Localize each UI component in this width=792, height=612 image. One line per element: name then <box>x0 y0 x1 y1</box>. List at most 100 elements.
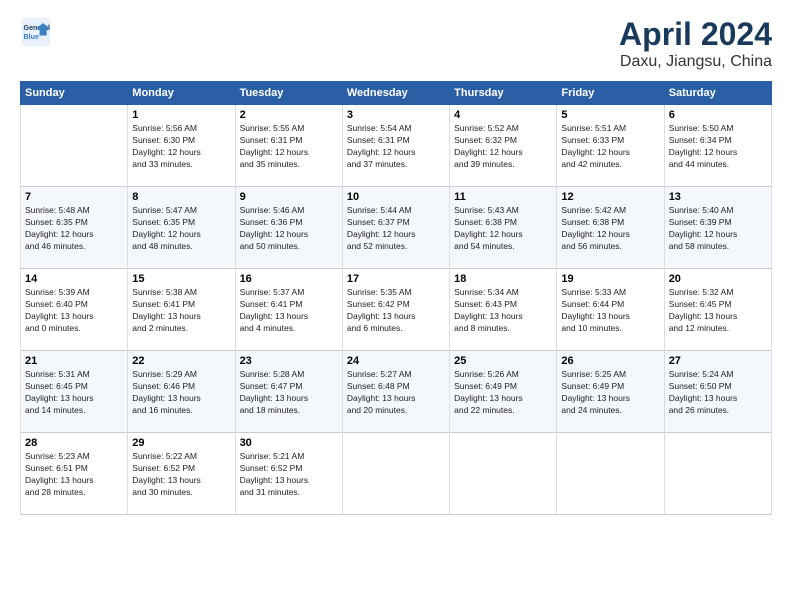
calendar-day-cell: 14 Sunrise: 5:39 AMSunset: 6:40 PMDayligh… <box>21 269 128 351</box>
calendar-day-cell <box>557 433 664 515</box>
day-info: Sunrise: 5:55 AMSunset: 6:31 PMDaylight:… <box>240 123 338 171</box>
day-number: 29 <box>132 437 230 449</box>
day-number: 22 <box>132 355 230 367</box>
calendar-day-cell: 27Sunrise: 5:24 AMSunset: 6:50 PMDayligh… <box>664 351 771 433</box>
calendar-day-cell: 7Sunrise: 5:48 AMSunset: 6:35 PMDaylight… <box>21 187 128 269</box>
day-number: 10 <box>347 191 445 203</box>
day-number: 18 <box>454 273 552 285</box>
day-info: Sunrise: 5:21 AMSunset: 6:52 PMDaylight:… <box>240 451 338 499</box>
day-number: 19 <box>561 273 659 285</box>
calendar-day-cell: 28 Sunrise: 5:23 AMSunset: 6:51 PMDayligh… <box>21 433 128 515</box>
header-thursday: Thursday <box>450 82 557 105</box>
day-number: 13 <box>669 191 767 203</box>
day-info: Sunrise: 5:33 AMSunset: 6:44 PMDaylight:… <box>561 287 659 335</box>
day-number: 12 <box>561 191 659 203</box>
day-number: 28 <box>25 437 123 449</box>
day-info: Sunrise: 5:51 AMSunset: 6:33 PMDaylight:… <box>561 123 659 171</box>
calendar-header-row: Sunday Monday Tuesday Wednesday Thursday… <box>21 82 772 105</box>
day-info: Sunrise: 5:38 AMSunset: 6:41 PMDaylight:… <box>132 287 230 335</box>
header-saturday: Saturday <box>664 82 771 105</box>
page: General Blue April 2024 Daxu, Jiangsu, C… <box>0 0 792 612</box>
calendar-day-cell: 12Sunrise: 5:42 AMSunset: 6:38 PMDayligh… <box>557 187 664 269</box>
day-number: 15 <box>132 273 230 285</box>
calendar-week-row: 28 Sunrise: 5:23 AMSunset: 6:51 PMDayligh… <box>21 433 772 515</box>
day-info: Sunrise: 5:43 AMSunset: 6:38 PMDaylight:… <box>454 205 552 253</box>
header-sunday: Sunday <box>21 82 128 105</box>
day-number: 9 <box>240 191 338 203</box>
calendar-day-cell: 16 Sunrise: 5:37 AMSunset: 6:41 PMDayligh… <box>235 269 342 351</box>
day-info: Sunrise: 5:31 AMSunset: 6:45 PMDaylight:… <box>25 369 123 417</box>
day-info: Sunrise: 5:34 AMSunset: 6:43 PMDaylight:… <box>454 287 552 335</box>
header-monday: Monday <box>128 82 235 105</box>
day-number: 11 <box>454 191 552 203</box>
day-info: Sunrise: 5:52 AMSunset: 6:32 PMDaylight:… <box>454 123 552 171</box>
calendar-day-cell <box>342 433 449 515</box>
calendar-day-cell: 13 Sunrise: 5:40 AMSunset: 6:39 PMDayligh… <box>664 187 771 269</box>
calendar-day-cell: 6 Sunrise: 5:50 AMSunset: 6:34 PMDaylight… <box>664 105 771 187</box>
calendar-day-cell: 17 Sunrise: 5:35 AMSunset: 6:42 PMDayligh… <box>342 269 449 351</box>
header-friday: Friday <box>557 82 664 105</box>
calendar-day-cell: 1 Sunrise: 5:56 AMSunset: 6:30 PMDaylight… <box>128 105 235 187</box>
day-number: 1 <box>132 109 230 121</box>
day-info: Sunrise: 5:23 AMSunset: 6:51 PMDaylight:… <box>25 451 123 499</box>
calendar-week-row: 21 Sunrise: 5:31 AMSunset: 6:45 PMDayligh… <box>21 351 772 433</box>
day-info: Sunrise: 5:26 AMSunset: 6:49 PMDaylight:… <box>454 369 552 417</box>
day-number: 4 <box>454 109 552 121</box>
day-info: Sunrise: 5:50 AMSunset: 6:34 PMDaylight:… <box>669 123 767 171</box>
day-number: 3 <box>347 109 445 121</box>
calendar-day-cell: 2Sunrise: 5:55 AMSunset: 6:31 PMDaylight… <box>235 105 342 187</box>
day-number: 17 <box>347 273 445 285</box>
calendar-day-cell: 20Sunrise: 5:32 AMSunset: 6:45 PMDayligh… <box>664 269 771 351</box>
calendar-subtitle: Daxu, Jiangsu, China <box>619 53 772 71</box>
calendar-day-cell: 22 Sunrise: 5:29 AMSunset: 6:46 PMDayligh… <box>128 351 235 433</box>
day-number: 16 <box>240 273 338 285</box>
day-number: 24 <box>347 355 445 367</box>
day-number: 6 <box>669 109 767 121</box>
logo: General Blue <box>20 16 52 48</box>
calendar-day-cell: 30 Sunrise: 5:21 AMSunset: 6:52 PMDayligh… <box>235 433 342 515</box>
day-number: 30 <box>240 437 338 449</box>
calendar-day-cell: 10Sunrise: 5:44 AMSunset: 6:37 PMDayligh… <box>342 187 449 269</box>
calendar-day-cell: 8Sunrise: 5:47 AMSunset: 6:35 PMDaylight… <box>128 187 235 269</box>
calendar-day-cell: 11 Sunrise: 5:43 AMSunset: 6:38 PMDayligh… <box>450 187 557 269</box>
day-number: 21 <box>25 355 123 367</box>
day-info: Sunrise: 5:35 AMSunset: 6:42 PMDaylight:… <box>347 287 445 335</box>
calendar-day-cell: 19 Sunrise: 5:33 AMSunset: 6:44 PMDayligh… <box>557 269 664 351</box>
day-info: Sunrise: 5:25 AMSunset: 6:49 PMDaylight:… <box>561 369 659 417</box>
day-info: Sunrise: 5:46 AMSunset: 6:36 PMDaylight:… <box>240 205 338 253</box>
day-info: Sunrise: 5:40 AMSunset: 6:39 PMDaylight:… <box>669 205 767 253</box>
calendar-day-cell: 5 Sunrise: 5:51 AMSunset: 6:33 PMDaylight… <box>557 105 664 187</box>
title-block: April 2024 Daxu, Jiangsu, China <box>619 16 772 71</box>
calendar-day-cell: 18 Sunrise: 5:34 AMSunset: 6:43 PMDayligh… <box>450 269 557 351</box>
day-number: 14 <box>25 273 123 285</box>
header: General Blue April 2024 Daxu, Jiangsu, C… <box>20 16 772 71</box>
day-info: Sunrise: 5:27 AMSunset: 6:48 PMDaylight:… <box>347 369 445 417</box>
calendar-day-cell: 15 Sunrise: 5:38 AMSunset: 6:41 PMDayligh… <box>128 269 235 351</box>
calendar-day-cell <box>664 433 771 515</box>
calendar-day-cell: 4 Sunrise: 5:52 AMSunset: 6:32 PMDaylight… <box>450 105 557 187</box>
calendar-day-cell: 29 Sunrise: 5:22 AMSunset: 6:52 PMDayligh… <box>128 433 235 515</box>
day-info: Sunrise: 5:37 AMSunset: 6:41 PMDaylight:… <box>240 287 338 335</box>
day-info: Sunrise: 5:47 AMSunset: 6:35 PMDaylight:… <box>132 205 230 253</box>
day-info: Sunrise: 5:22 AMSunset: 6:52 PMDaylight:… <box>132 451 230 499</box>
day-info: Sunrise: 5:56 AMSunset: 6:30 PMDaylight:… <box>132 123 230 171</box>
calendar-day-cell <box>450 433 557 515</box>
day-info: Sunrise: 5:24 AMSunset: 6:50 PMDaylight:… <box>669 369 767 417</box>
day-number: 25 <box>454 355 552 367</box>
day-info: Sunrise: 5:28 AMSunset: 6:47 PMDaylight:… <box>240 369 338 417</box>
calendar-table: Sunday Monday Tuesday Wednesday Thursday… <box>20 81 772 515</box>
day-info: Sunrise: 5:48 AMSunset: 6:35 PMDaylight:… <box>25 205 123 253</box>
calendar-day-cell: 23 Sunrise: 5:28 AMSunset: 6:47 PMDayligh… <box>235 351 342 433</box>
calendar-week-row: 7Sunrise: 5:48 AMSunset: 6:35 PMDaylight… <box>21 187 772 269</box>
calendar-day-cell: 24 Sunrise: 5:27 AMSunset: 6:48 PMDayligh… <box>342 351 449 433</box>
calendar-title: April 2024 <box>619 16 772 53</box>
calendar-week-row: 1 Sunrise: 5:56 AMSunset: 6:30 PMDaylight… <box>21 105 772 187</box>
day-info: Sunrise: 5:39 AMSunset: 6:40 PMDaylight:… <box>25 287 123 335</box>
calendar-week-row: 14 Sunrise: 5:39 AMSunset: 6:40 PMDayligh… <box>21 269 772 351</box>
svg-text:Blue: Blue <box>24 33 39 41</box>
day-number: 5 <box>561 109 659 121</box>
day-number: 23 <box>240 355 338 367</box>
day-number: 26 <box>561 355 659 367</box>
header-wednesday: Wednesday <box>342 82 449 105</box>
day-info: Sunrise: 5:29 AMSunset: 6:46 PMDaylight:… <box>132 369 230 417</box>
